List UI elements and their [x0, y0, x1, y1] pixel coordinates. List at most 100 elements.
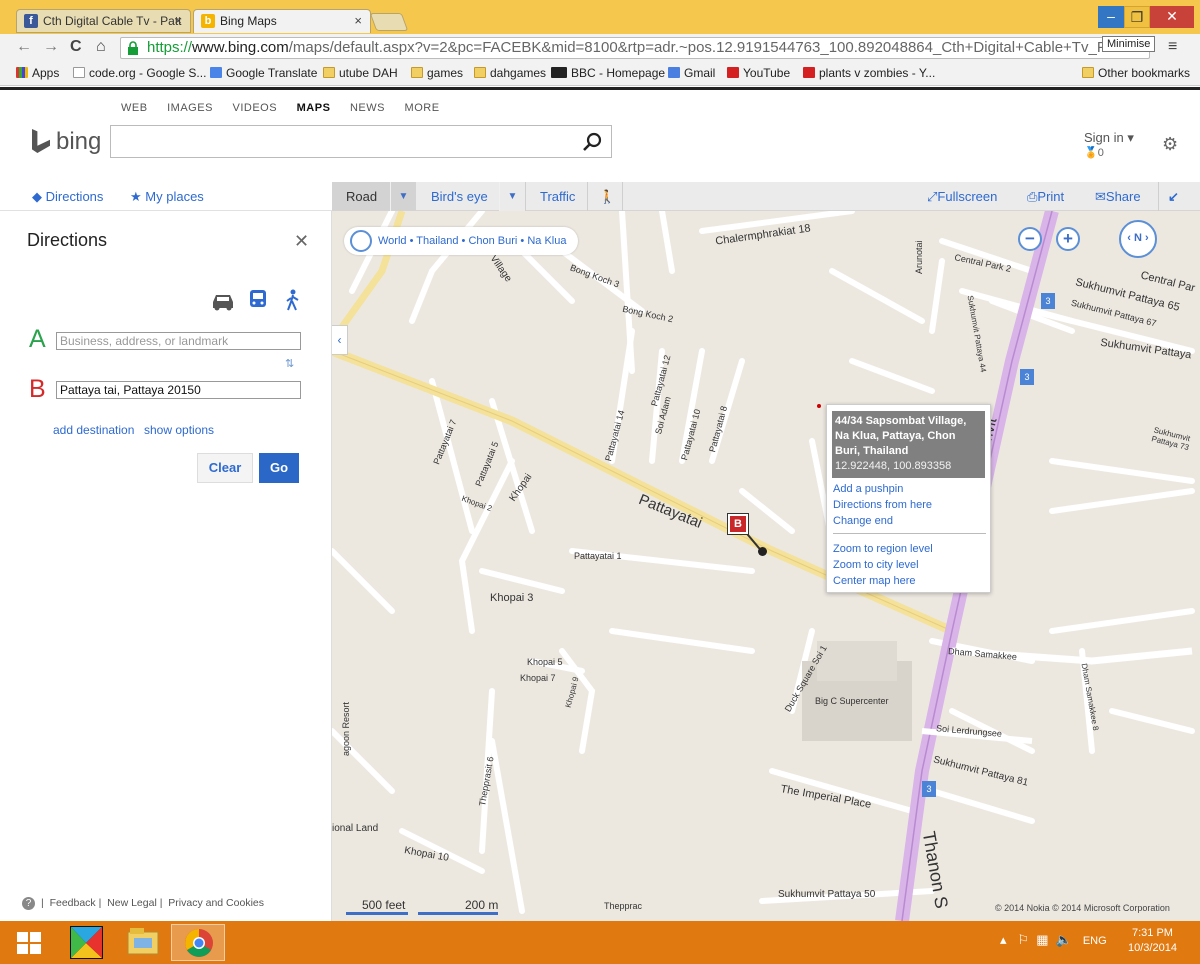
privacy-link[interactable]: Privacy and Cookies [168, 897, 264, 909]
zoom-out-button[interactable]: − [1018, 227, 1042, 251]
waypoint-b-marker: B [29, 375, 46, 403]
walk-icon[interactable] [285, 289, 301, 311]
taskbar-chrome[interactable] [171, 924, 225, 961]
compass-icon[interactable]: ‹ N › [1119, 220, 1157, 258]
directions-from-here-link[interactable]: Directions from here [833, 499, 932, 511]
streetside-person-icon[interactable]: 🚶 [599, 189, 615, 205]
flag-icon[interactable]: ⚐ [1017, 932, 1029, 947]
scope-images[interactable]: IMAGES [167, 102, 213, 114]
bookmark-google-translate[interactable]: Google Translate [210, 66, 317, 80]
volume-icon[interactable]: 🔈 [1056, 932, 1072, 947]
toolbar-divider [525, 182, 526, 211]
feedback-link[interactable]: Feedback [50, 897, 96, 909]
birds-eye-button[interactable]: Bird's eye [431, 189, 488, 204]
directions-link[interactable]: ◆ Directions [32, 189, 103, 205]
collapse-arrow-icon[interactable]: ↙ [1168, 189, 1179, 205]
road-view-button[interactable]: Road [332, 182, 390, 211]
share-button[interactable]: ✉Share [1095, 189, 1141, 205]
youtube-icon [803, 67, 815, 78]
fullscreen-button[interactable]: ⤢Fullscreen [927, 189, 997, 205]
address-bar[interactable]: https://www.bing.com/maps/default.aspx?v… [120, 37, 1150, 59]
print-button[interactable]: ⎙Print [1027, 189, 1064, 205]
popup-divider [833, 533, 986, 534]
chrome-menu-icon[interactable]: ≡ [1168, 38, 1177, 56]
destination-pin-b[interactable]: B [727, 513, 749, 535]
bus-icon[interactable] [248, 289, 268, 311]
taskbar-file-explorer[interactable] [116, 924, 170, 961]
clear-button[interactable]: Clear [197, 453, 253, 483]
waypoint-a-marker: A [29, 325, 46, 353]
zoom-region-link[interactable]: Zoom to region level [833, 543, 933, 555]
windows-start-icon[interactable] [17, 932, 41, 954]
bookmark-dahgames[interactable]: dahgames [474, 66, 546, 80]
add-pushpin-link[interactable]: Add a pushpin [833, 483, 903, 495]
forward-icon[interactable]: → [43, 38, 59, 56]
car-icon[interactable] [211, 291, 235, 311]
tab-close-icon[interactable]: × [354, 10, 362, 32]
change-end-link[interactable]: Change end [833, 515, 893, 527]
bookmark-plants-v-zombies[interactable]: plants v zombies - Y... [803, 66, 935, 80]
tab-bing-maps[interactable]: b Bing Maps × [193, 9, 371, 33]
collapse-panel-button[interactable]: ‹ [332, 325, 348, 355]
birds-eye-dropdown-icon[interactable]: ▼ [499, 182, 525, 211]
zoom-in-button[interactable]: + [1056, 227, 1080, 251]
scope-maps[interactable]: MAPS [297, 102, 331, 114]
language-indicator[interactable]: ENG [1083, 935, 1107, 947]
page-icon [73, 67, 85, 78]
search-icon[interactable] [581, 131, 603, 153]
scope-web[interactable]: WEB [121, 102, 148, 114]
scope-news[interactable]: NEWS [350, 102, 385, 114]
waypoint-b-input[interactable]: Pattaya tai, Pattaya 20150 [56, 381, 301, 399]
tray-expand-icon[interactable]: ▴ [1000, 932, 1007, 947]
reload-icon[interactable]: C [70, 38, 82, 56]
road-dropdown-icon[interactable]: ▼ [390, 182, 416, 211]
waypoint-a-input[interactable]: Business, address, or landmark [56, 332, 301, 350]
bing-logo[interactable]: bing [32, 128, 101, 156]
go-button[interactable]: Go [259, 453, 299, 483]
bookmark-youtube[interactable]: YouTube [727, 66, 790, 80]
scope-more[interactable]: MORE [405, 102, 440, 114]
system-tray: ▴ ⚐ ▦ 🔈 ENG [1000, 932, 1107, 948]
home-icon[interactable]: ⌂ [96, 38, 106, 56]
minimise-button[interactable]: – [1098, 6, 1124, 28]
left-panel-nav: ◆ Directions ★ My places [0, 182, 332, 211]
zoom-city-link[interactable]: Zoom to city level [833, 559, 919, 571]
sign-in-link[interactable]: Sign in ▾ 🏅0 [1084, 130, 1134, 159]
taskbar-clock[interactable]: 7:31 PM 10/3/2014 [1128, 926, 1177, 956]
facebook-icon: f [24, 14, 38, 28]
add-destination-link[interactable]: add destination [53, 423, 134, 437]
bookmark-other[interactable]: Other bookmarks [1082, 66, 1190, 80]
show-options-link[interactable]: show options [144, 423, 214, 437]
swap-waypoints-icon[interactable]: ⇅ [285, 357, 294, 370]
location-breadcrumb[interactable]: World • Thailand • Chon Buri • Na Klua [344, 227, 579, 255]
scope-videos[interactable]: VIDEOS [232, 102, 277, 114]
center-map-link[interactable]: Center map here [833, 575, 916, 587]
traffic-button[interactable]: Traffic [540, 189, 575, 204]
bookmark-games[interactable]: games [411, 66, 463, 80]
search-input[interactable] [110, 125, 612, 158]
back-icon[interactable]: ← [16, 38, 32, 56]
bookmark-gmail[interactable]: Gmail [668, 66, 715, 80]
new-tab-button[interactable] [369, 13, 409, 31]
bookmark-apps[interactable]: Apps [16, 66, 59, 80]
highway-shield-icon: 3 [922, 781, 936, 797]
maximise-button[interactable]: ❐ [1124, 6, 1150, 28]
bookmark-utube-dah[interactable]: utube DAH [323, 66, 398, 80]
file-explorer-icon [127, 928, 159, 955]
window-close-button[interactable]: ✕ [1150, 6, 1194, 28]
bookmark-code-org[interactable]: code.org - Google S... [73, 66, 206, 80]
map-canvas[interactable]: Chalermphrakiat 18 Central Park 2 Centra… [332, 211, 1200, 921]
locate-icon[interactable] [350, 230, 372, 252]
gear-icon[interactable]: ⚙ [1162, 134, 1178, 155]
my-places-link[interactable]: ★ My places [130, 189, 204, 205]
bookmark-bbc[interactable]: BBC - Homepage [551, 66, 665, 80]
tab-cth-digital[interactable]: f Cth Digital Cable Tv - Patt × [16, 9, 191, 33]
close-icon[interactable]: ✕ [294, 231, 309, 252]
taskbar-app-launcher[interactable] [60, 924, 114, 961]
highway-shield-icon: 3 [1041, 293, 1055, 309]
legal-link[interactable]: New Legal [107, 897, 157, 909]
tab-close-icon[interactable]: × [174, 10, 182, 32]
toolbar-divider [587, 182, 588, 211]
network-icon[interactable]: ▦ [1036, 932, 1048, 947]
help-icon[interactable]: ? [22, 897, 35, 910]
